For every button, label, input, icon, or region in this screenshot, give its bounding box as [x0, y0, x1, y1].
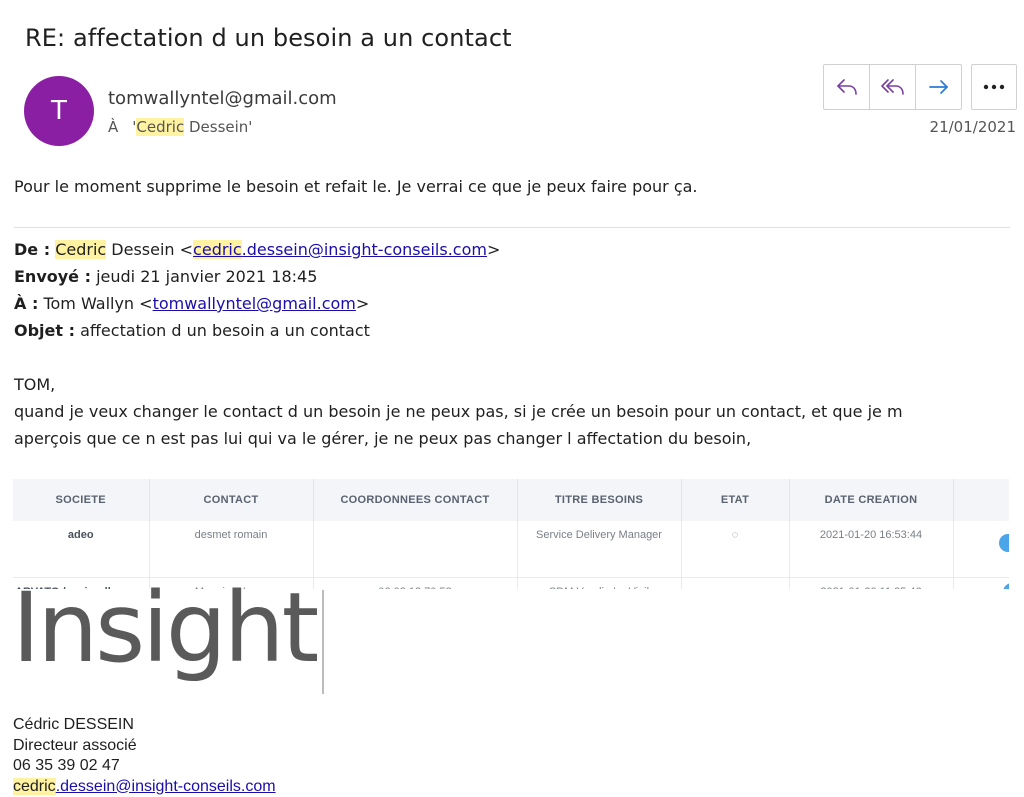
reply-icon [836, 77, 858, 97]
more-icon [983, 84, 1005, 90]
avatar: T [24, 76, 94, 146]
col-titre-besoins: TITRE BESOINS [517, 479, 681, 521]
table-header-row: SOCIETE CONTACT COORDONNEES CONTACT TITR… [13, 479, 1009, 521]
from-name-highlight: Cedric [55, 240, 106, 259]
cell-date: 2021-01-20 11:25:46 [789, 578, 953, 590]
col-date-creation: DATE CREATION [789, 479, 953, 521]
from-name-rest: Dessein < [106, 240, 193, 259]
status-spinner-icon: ◌ [681, 578, 789, 590]
body-line-3: aperçois que ce n est pas lui qui va le … [14, 425, 903, 452]
sender-address[interactable]: tomwallyntel@gmail.com [108, 88, 337, 109]
email-subject: RE: affectation d un besoin a un contact [25, 24, 512, 52]
col-societe: SOCIETE [13, 479, 149, 521]
signature-block: Cédric DESSEIN Directeur associé 06 35 3… [13, 715, 276, 797]
sent-label: Envoyé : [14, 267, 91, 286]
quoted-from-line: De : Cedric Dessein <cedric.dessein@insi… [14, 236, 500, 263]
to-label-quoted: À : [14, 294, 38, 313]
signature-email-link[interactable]: .dessein@insight-conseils.com [56, 778, 276, 795]
to-email-link[interactable]: tomwallyntel@gmail.com [153, 294, 356, 313]
to-name-rest: Dessein' [184, 118, 252, 136]
quoted-sent-line: Envoyé : jeudi 21 janvier 2021 18:45 [14, 263, 500, 290]
signature-email-highlight: cedric [13, 778, 56, 795]
quoted-header: De : Cedric Dessein <cedric.dessein@insi… [14, 236, 500, 344]
to-label: À [108, 118, 118, 136]
from-label: De : [14, 240, 50, 259]
quoted-subject-line: Objet : affectation d un besoin a un con… [14, 317, 500, 344]
more-options-button[interactable] [971, 64, 1017, 110]
cell-action [953, 578, 1009, 590]
to-name-highlight[interactable]: Cedric [136, 118, 184, 136]
cell-date: 2021-01-20 16:53:44 [789, 521, 953, 578]
insight-logo: Insight [12, 590, 327, 694]
from-email-link[interactable]: cedric.dessein@insight-conseils.com [193, 240, 487, 259]
to-close-quoted: > [356, 294, 369, 313]
forward-icon [928, 77, 950, 97]
body-line-2: quand je veux changer le contact d un be… [14, 398, 903, 425]
signature-phone: 06 35 39 02 47 [13, 756, 276, 777]
signature-name: Cédric DESSEIN [13, 715, 276, 736]
status-spinner-icon: ◌ [681, 521, 789, 578]
cell-societe: adeo [13, 521, 149, 578]
recipient-line: À'Cedric Dessein' [108, 118, 252, 136]
col-actions [953, 479, 1009, 521]
table-row: adeo desmet romain Service Delivery Mana… [13, 521, 1009, 578]
quoted-body: TOM, quand je veux changer le contact d … [14, 371, 903, 452]
avatar-initial: T [51, 96, 67, 126]
col-contact: CONTACT [149, 479, 313, 521]
cell-titre: SDM Vendin Le Vieil [517, 578, 681, 590]
cell-coordonnees: 06 03 13 70 58 [313, 578, 517, 590]
from-email-highlight: cedric [193, 240, 242, 259]
reply-button[interactable] [824, 65, 870, 109]
cell-contact: desmet romain [149, 521, 313, 578]
message-date: 21/01/2021 [930, 118, 1016, 136]
reply-body: Pour le moment supprime le besoin et ref… [14, 177, 698, 196]
logo-wordmark: Insight [12, 580, 316, 676]
body-line-1: TOM, [14, 371, 903, 398]
reply-all-button[interactable] [870, 65, 916, 109]
from-email-rest: .dessein@insight-conseils.com [242, 240, 487, 259]
cell-coordonnees [313, 521, 517, 578]
quote-divider [14, 227, 1010, 228]
subject-value: affectation d un besoin a un contact [75, 321, 370, 340]
sent-value: jeudi 21 janvier 2021 18:45 [91, 267, 317, 286]
logo-divider [322, 590, 324, 694]
col-etat: ETAT [681, 479, 789, 521]
cell-titre: Service Delivery Manager [517, 521, 681, 578]
message-actions [823, 64, 962, 110]
to-name-quoted: Tom Wallyn < [38, 294, 152, 313]
from-close: > [487, 240, 500, 259]
reply-all-icon [881, 77, 905, 97]
subject-label: Objet : [14, 321, 75, 340]
forward-button[interactable] [916, 65, 961, 109]
signature-title: Directeur associé [13, 736, 276, 757]
quoted-to-line: À : Tom Wallyn <tomwallyntel@gmail.com> [14, 290, 500, 317]
col-coordonnees: COORDONNEES CONTACT [313, 479, 517, 521]
